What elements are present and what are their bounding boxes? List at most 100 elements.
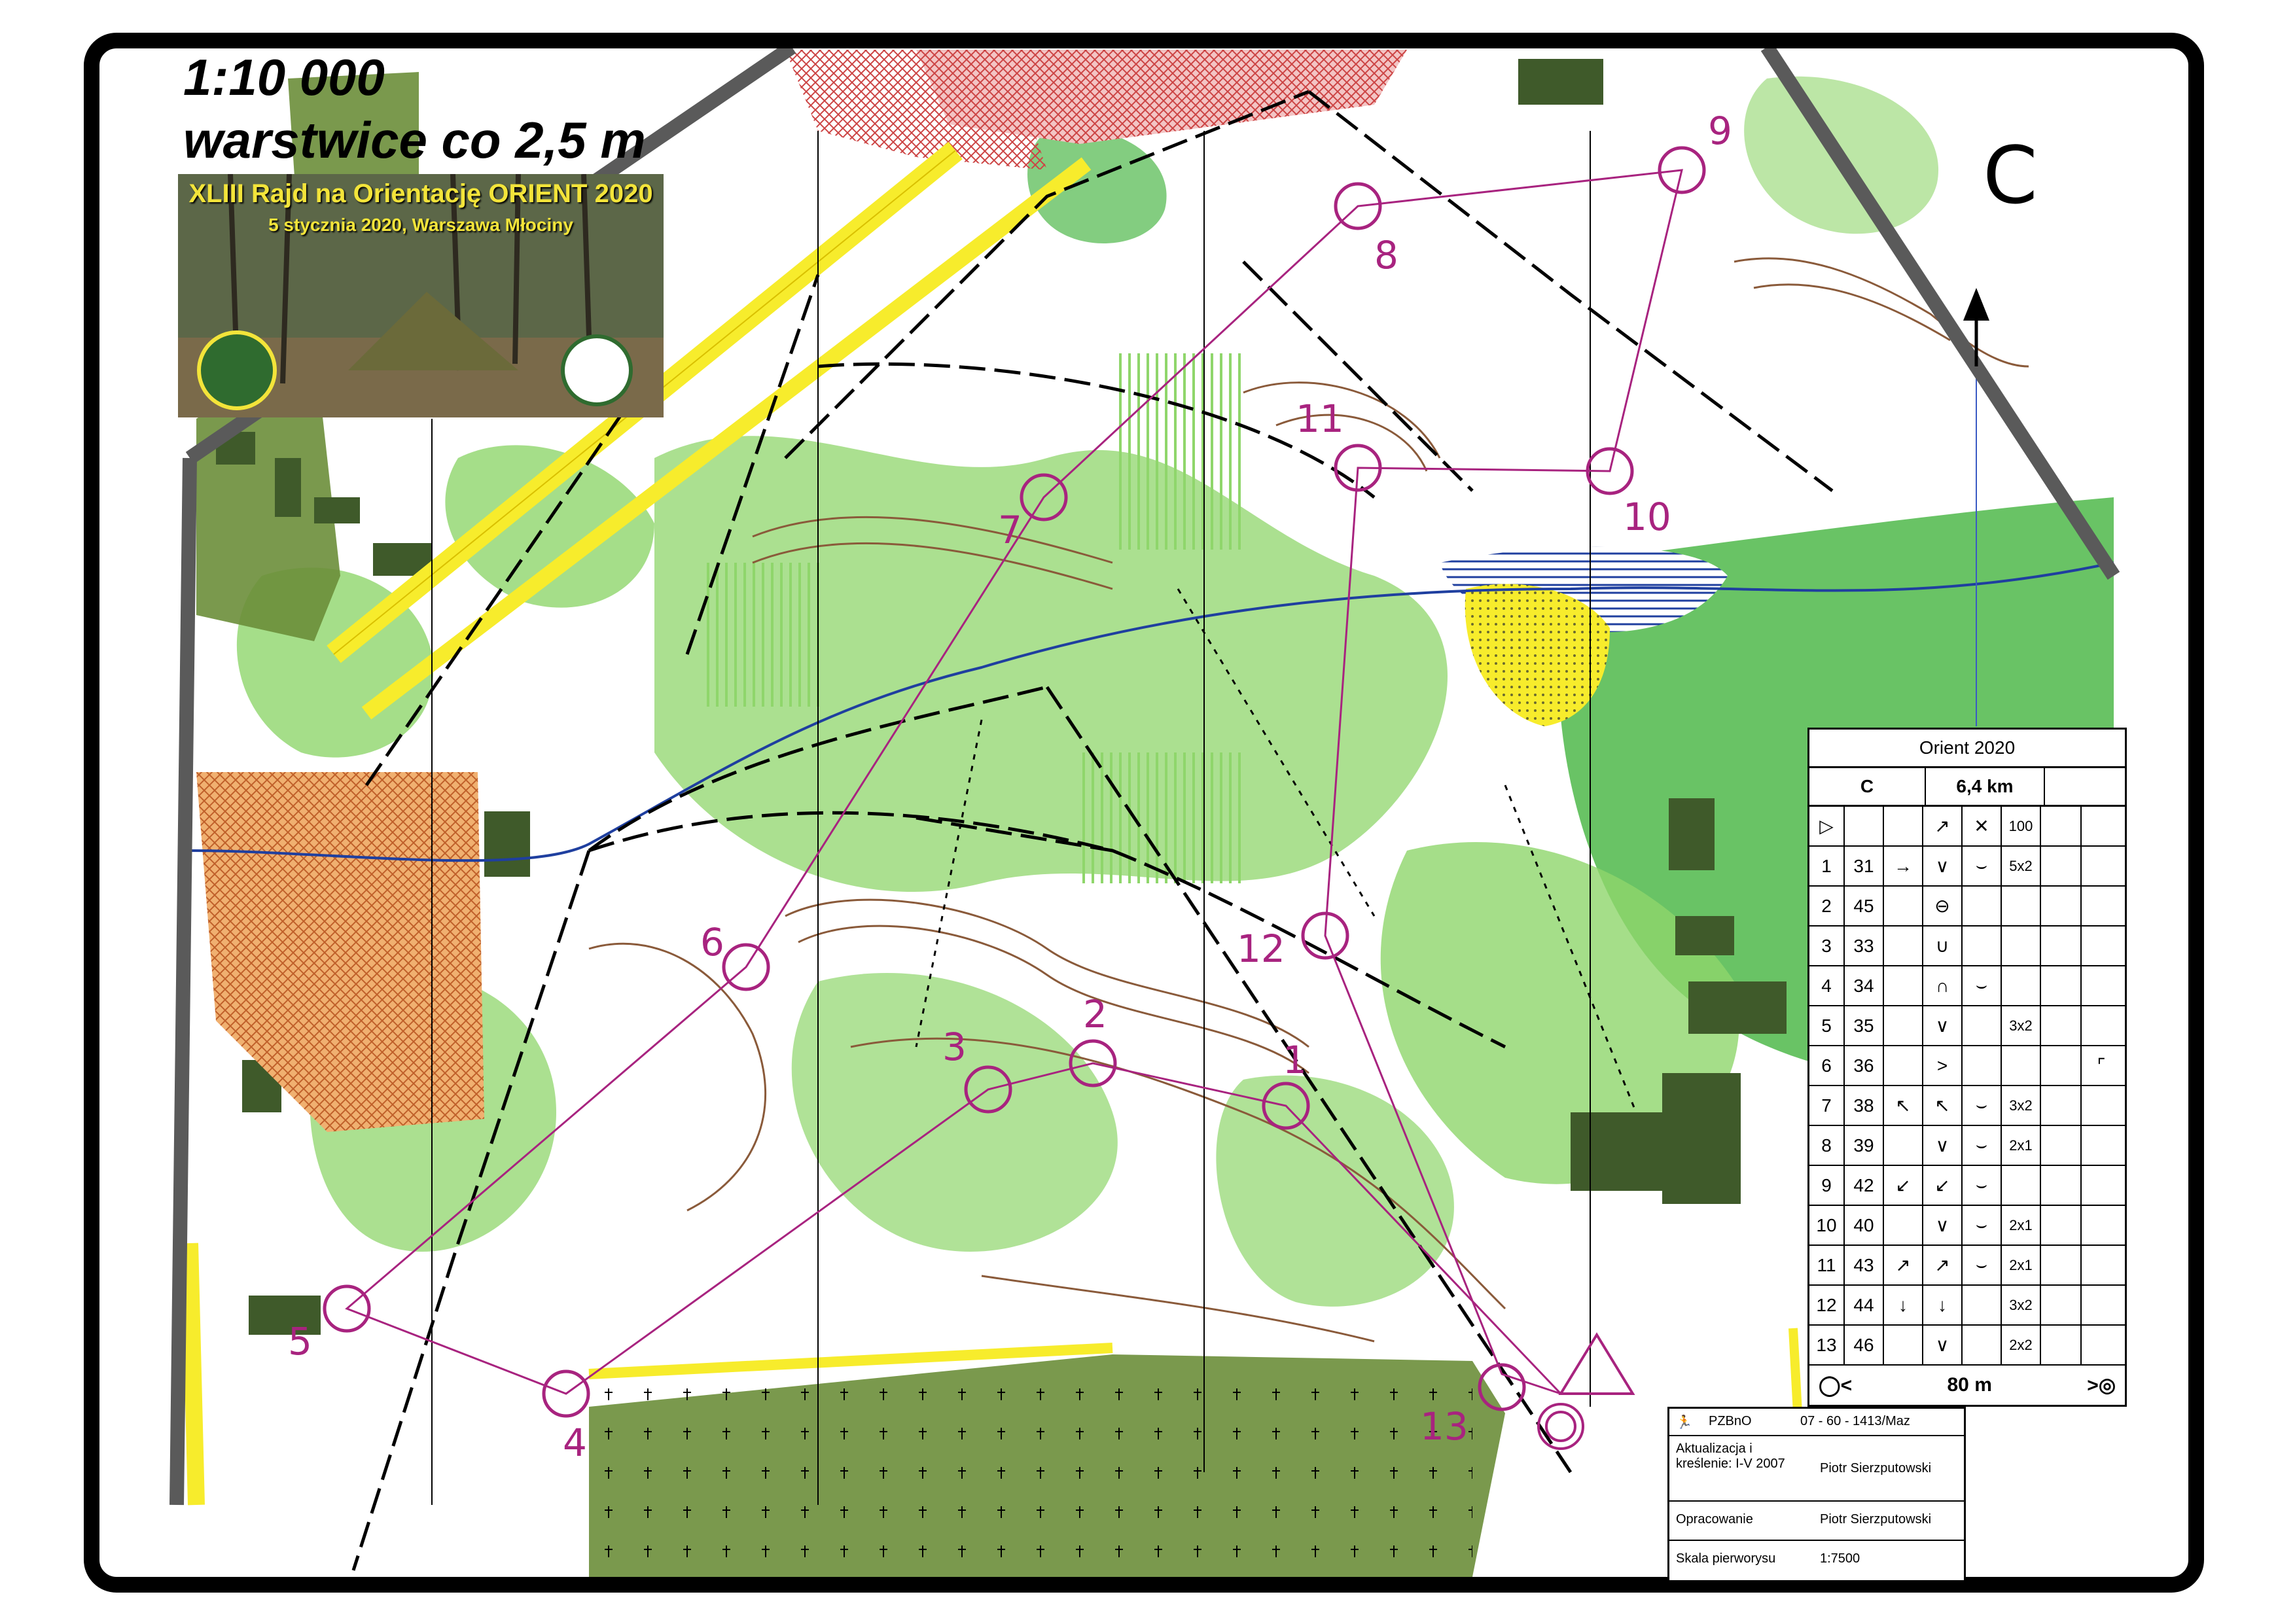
control-number-9: 9 (1708, 109, 1732, 153)
club-logo-left (197, 330, 277, 410)
desc-code: 34 (1845, 966, 1884, 1005)
desc-appearance-icon: ⌣ (1963, 1126, 2002, 1165)
desc-code: 35 (1845, 1006, 1884, 1045)
control-number-6: 6 (700, 920, 724, 964)
desc-code: 33 (1845, 927, 1884, 965)
credits-scale-row: Skala pierworysu 1:7500 (1669, 1540, 1964, 1578)
desc-feature-icon: ↙ (1923, 1166, 1963, 1205)
control-10 (1586, 447, 1634, 495)
desc-code: 38 (1845, 1086, 1884, 1125)
desc-feature-icon: ∨ (1923, 847, 1963, 885)
credits-update-label: Aktualizacja i kreślenie: I-V 2007 (1676, 1441, 1785, 1471)
desc-dims: 3x2 (2002, 1286, 2041, 1324)
desc-code: 44 (1845, 1286, 1884, 1324)
desc-number: 2 (1809, 887, 1845, 925)
desc-number: 3 (1809, 927, 1845, 965)
control-number-7: 7 (998, 508, 1022, 552)
desc-course: C (1809, 768, 1926, 805)
undergrowth (1080, 752, 1243, 883)
desc-length: 6,4 km (1926, 768, 2045, 805)
control-number-1: 1 (1283, 1038, 1307, 1082)
orienteer-icon: 🏃 (1676, 1415, 1692, 1430)
control-number-4: 4 (563, 1421, 587, 1465)
desc-location-icon: ⌜ (2097, 1055, 2106, 1076)
control-2 (1069, 1039, 1117, 1087)
desc-direction-icon (1884, 966, 1923, 1005)
desc-direction-icon (1884, 1126, 1923, 1165)
credits-org: PZBnO (1709, 1414, 1752, 1428)
start-dims: 100 (2002, 807, 2041, 845)
desc-rows: 1 31 → ∨ ⌣ 5x2 2 45 ⊖ 3 33 ∪ 4 34 ∩ ⌣ 5 35 ∨ 3x2 6 36 > ⌜ 7 38 ↖ ↖ ⌣… (1809, 847, 2125, 1366)
desc-location-icon (2082, 1326, 2121, 1364)
desc-number: 4 (1809, 966, 1845, 1005)
desc-feature-icon: ∨ (1923, 1206, 1963, 1244)
finish-icon: >◎ (2087, 1374, 2116, 1396)
desc-number: 5 (1809, 1006, 1845, 1045)
desc-code: 46 (1845, 1326, 1884, 1364)
undergrowth (707, 563, 825, 707)
banner-title: XLIII Rajd na Orientację ORIENT 2020 (188, 179, 653, 208)
desc-code: 42 (1845, 1166, 1884, 1205)
start-triangle-icon: ▷ (1809, 807, 1845, 845)
credits-scale-value: 1:7500 (1820, 1551, 1860, 1566)
desc-location-icon (2082, 966, 2121, 1005)
desc-location-icon (2082, 927, 2121, 965)
desc-row: 13 46 ∨ 2x2 (1809, 1326, 2125, 1366)
control-11 (1334, 444, 1382, 492)
credits-scale-label: Skala pierworysu (1676, 1551, 1776, 1566)
desc-appearance-icon (1963, 927, 2002, 965)
desc-location-icon (2082, 1166, 2121, 1205)
desc-appearance-icon (1963, 1286, 2002, 1324)
desc-start-row: ▷ ↗ ✕ 100 (1809, 807, 2125, 847)
desc-appearance-icon (1963, 1006, 2002, 1045)
desc-row: 5 35 ∨ 3x2 (1809, 1006, 2125, 1046)
control-number-11: 11 (1296, 397, 1344, 441)
desc-appearance-icon (1963, 887, 2002, 925)
desc-location-icon (2082, 1246, 2121, 1284)
control-6 (722, 943, 770, 991)
control-1 (1262, 1082, 1310, 1130)
desc-appearance-icon (1963, 1326, 2002, 1364)
control-12 (1301, 911, 1349, 960)
desc-number: 13 (1809, 1326, 1845, 1364)
control-number-10: 10 (1623, 495, 1671, 539)
desc-dims: 5x2 (2002, 847, 2041, 885)
control-number-3: 3 (942, 1025, 967, 1069)
desc-dims: 2x1 (2002, 1126, 2041, 1165)
desc-appearance-icon: ⌣ (1963, 1206, 2002, 1244)
desc-row: 1 31 → ∨ ⌣ 5x2 (1809, 847, 2125, 887)
desc-number: 6 (1809, 1046, 1845, 1085)
desc-code: 39 (1845, 1126, 1884, 1165)
desc-location-icon (2082, 1126, 2121, 1165)
desc-direction-icon: → (1884, 847, 1923, 885)
desc-feature-icon: ↓ (1923, 1286, 1963, 1324)
desc-appearance-icon: ⌣ (1963, 966, 2002, 1005)
desc-row: 12 44 ↓ ↓ 3x2 (1809, 1286, 2125, 1326)
yellow-road (181, 1243, 205, 1506)
undergrowth (1112, 353, 1243, 550)
club-logo-right (561, 334, 633, 406)
desc-feature-icon: ⊖ (1923, 887, 1963, 925)
desc-event: Orient 2020 (1809, 730, 2125, 768)
desc-feature-icon: ↖ (1923, 1086, 1963, 1125)
desc-row: 10 40 ∨ ⌣ 2x1 (1809, 1206, 2125, 1246)
credits-prep-row: Opracowanie Piotr Sierzputowski (1669, 1500, 1964, 1541)
control-4 (542, 1369, 590, 1418)
desc-location-icon (2082, 1086, 2121, 1125)
map-scale: 1:10 000 (183, 48, 385, 106)
map-header: 1:10 000 warstwice co 2,5 m (183, 46, 646, 171)
desc-direction-icon (1884, 887, 1923, 925)
finish-distance: 80 m (1947, 1374, 1992, 1396)
desc-feature-icon: ∪ (1923, 927, 1963, 965)
credits-update-row: Aktualizacja i kreślenie: I-V 2007 Piotr… (1669, 1435, 1964, 1502)
desc-direction-icon (1884, 927, 1923, 965)
desc-location-icon (2082, 847, 2121, 885)
desc-number: 10 (1809, 1206, 1845, 1244)
control-13 (1478, 1363, 1526, 1411)
desc-row: 9 42 ↙ ↙ ⌣ (1809, 1166, 2125, 1206)
credits-prep-label: Opracowanie (1676, 1512, 1753, 1527)
desc-direction-icon: ↓ (1884, 1286, 1923, 1324)
control-8 (1334, 182, 1382, 230)
desc-dims: 2x2 (2002, 1326, 2041, 1364)
desc-dims (2002, 927, 2041, 965)
